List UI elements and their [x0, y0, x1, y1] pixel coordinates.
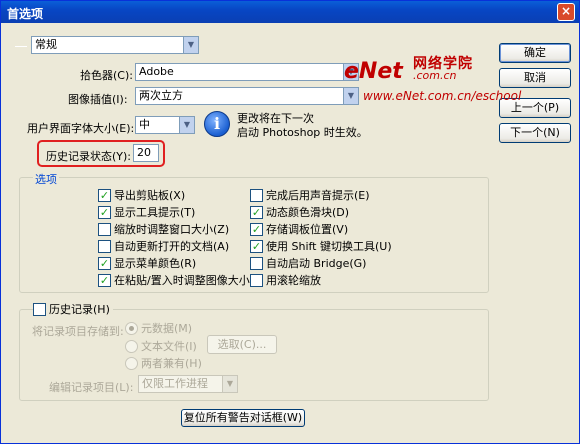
option-left-checkbox-label: 导出剪贴板(X)	[114, 189, 186, 202]
checkbox-box	[250, 189, 263, 202]
history-states-label: 历史记录状态(Y):	[46, 150, 132, 163]
ok-button[interactable]: 确定	[499, 43, 571, 63]
enet-url: www.eNet.com.cn/eschool	[363, 89, 522, 103]
option-right-checkbox-2[interactable]: ✓ 存储调板位置(V)	[250, 223, 348, 237]
radio-both-label: 两者兼有(H)	[141, 357, 202, 370]
next-button[interactable]: 下一个(N)	[499, 123, 571, 143]
checkmark-icon: ✓	[98, 257, 111, 270]
radio-textfile[interactable]: 文本文件(I)	[125, 340, 197, 354]
checkmark-icon: ✓	[98, 189, 111, 202]
title-bar: 首选项 ×	[1, 1, 579, 23]
radio-textfile-label: 文本文件(I)	[141, 340, 197, 353]
option-left-checkbox-5[interactable]: ✓ 在粘贴/置入时调整图像大小	[98, 274, 250, 288]
option-left-checkbox-label: 显示工具提示(T)	[114, 206, 196, 219]
checkbox-box	[250, 274, 263, 287]
option-right-checkbox-label: 使用 Shift 键切换工具(U)	[266, 240, 392, 253]
checkmark-icon: ✓	[250, 206, 263, 219]
history-log-legend: 历史记录(H)	[49, 303, 110, 316]
option-left-checkbox-4[interactable]: ✓ 显示菜单颜色(R)	[98, 257, 196, 271]
window-title: 首选项	[7, 7, 44, 21]
option-right-checkbox-label: 完成后用声音提示(E)	[266, 189, 370, 202]
edit-log-select[interactable]: 仅限工作进程 ▼	[138, 375, 238, 393]
enet-logo-domain: .com.cn	[413, 69, 457, 82]
checkbox-box	[98, 223, 111, 236]
checkbox-box	[98, 240, 111, 253]
enet-logo: eNet	[344, 59, 403, 84]
cancel-button[interactable]: 取消	[499, 68, 571, 88]
panel-select-value: 常规	[35, 38, 57, 51]
option-left-checkbox-label: 自动更新打开的文档(A)	[114, 240, 230, 253]
option-right-checkbox-4[interactable]: 自动启动 Bridge(G)	[250, 257, 366, 271]
chevron-down-icon[interactable]: ▼	[183, 37, 198, 53]
edit-log-value: 仅限工作进程	[142, 377, 208, 390]
separator-line	[15, 46, 27, 47]
radio-dot	[125, 357, 138, 370]
option-left-checkbox-3[interactable]: 自动更新打开的文档(A)	[98, 240, 229, 254]
choose-button[interactable]: 选取(C)...	[207, 335, 277, 354]
option-right-checkbox-label: 存储调板位置(V)	[266, 223, 349, 236]
radio-both[interactable]: 两者兼有(H)	[125, 357, 202, 371]
option-right-checkbox-label: 用滚轮缩放	[266, 274, 321, 287]
history-log-checkbox[interactable]: 历史记录(H)	[33, 303, 113, 317]
color-picker-select[interactable]: Adobe ▼	[135, 63, 359, 81]
color-picker-value: Adobe	[139, 65, 174, 78]
option-right-checkbox-3[interactable]: ✓ 使用 Shift 键切换工具(U)	[250, 240, 392, 254]
radio-dot	[125, 322, 138, 335]
option-left-checkbox-0[interactable]: ✓ 导出剪贴板(X)	[98, 189, 185, 203]
radio-dot	[125, 340, 138, 353]
checkbox-box	[33, 303, 46, 316]
checkmark-icon: ✓	[250, 223, 263, 236]
options-legend: 选项	[33, 171, 59, 187]
option-right-checkbox-5[interactable]: 用滚轮缩放	[250, 274, 321, 288]
ui-font-size-value: 中	[139, 118, 150, 131]
checkmark-icon: ✓	[250, 240, 263, 253]
radio-metadata[interactable]: 元数据(M)	[125, 322, 192, 336]
panel-select[interactable]: 常规 ▼	[31, 36, 199, 54]
ui-font-size-select[interactable]: 中 ▼	[135, 116, 195, 134]
option-left-checkbox-label: 缩放时调整窗口大小(Z)	[114, 223, 230, 236]
chevron-down-icon[interactable]: ▼	[343, 88, 358, 104]
interpolation-value: 两次立方	[139, 89, 183, 102]
option-right-checkbox-0[interactable]: 完成后用声音提示(E)	[250, 189, 370, 203]
option-left-checkbox-label: 显示菜单颜色(R)	[114, 257, 197, 270]
edit-log-label: 编辑记录项目(L):	[49, 381, 134, 394]
radio-metadata-label: 元数据(M)	[141, 322, 193, 335]
option-left-checkbox-1[interactable]: ✓ 显示工具提示(T)	[98, 206, 195, 220]
interpolation-select[interactable]: 两次立方 ▼	[135, 87, 359, 105]
option-left-checkbox-2[interactable]: 缩放时调整窗口大小(Z)	[98, 223, 229, 237]
history-states-input[interactable]: 20	[133, 144, 159, 162]
chevron-down-icon[interactable]: ▼	[222, 376, 237, 392]
notice-line2: 启动 Photoshop 时生效。	[237, 126, 368, 139]
checkbox-box	[250, 257, 263, 270]
checkmark-icon: ✓	[98, 274, 111, 287]
interpolation-label: 图像插值(I):	[68, 93, 128, 106]
option-left-checkbox-label: 在粘贴/置入时调整图像大小	[114, 274, 250, 287]
option-right-checkbox-label: 自动启动 Bridge(G)	[266, 257, 367, 270]
info-icon: i	[204, 111, 230, 137]
close-icon[interactable]: ×	[557, 3, 575, 21]
color-picker-label: 拾色器(C):	[80, 69, 133, 82]
option-right-checkbox-label: 动态颜色滑块(D)	[266, 206, 350, 219]
checkmark-icon: ✓	[98, 206, 111, 219]
reset-warnings-button[interactable]: 复位所有警告对话框(W)	[181, 409, 305, 427]
chevron-down-icon[interactable]: ▼	[179, 117, 194, 133]
preferences-dialog: 首选项 × 常规 ▼ 确定 取消 上一个(P) 下一个(N) 拾色器(C): A…	[0, 0, 580, 444]
save-to-label: 将记录项目存储到:	[32, 325, 124, 338]
ui-font-size-label: 用户界面字体大小(E):	[27, 122, 135, 135]
option-right-checkbox-1[interactable]: ✓ 动态颜色滑块(D)	[250, 206, 349, 220]
